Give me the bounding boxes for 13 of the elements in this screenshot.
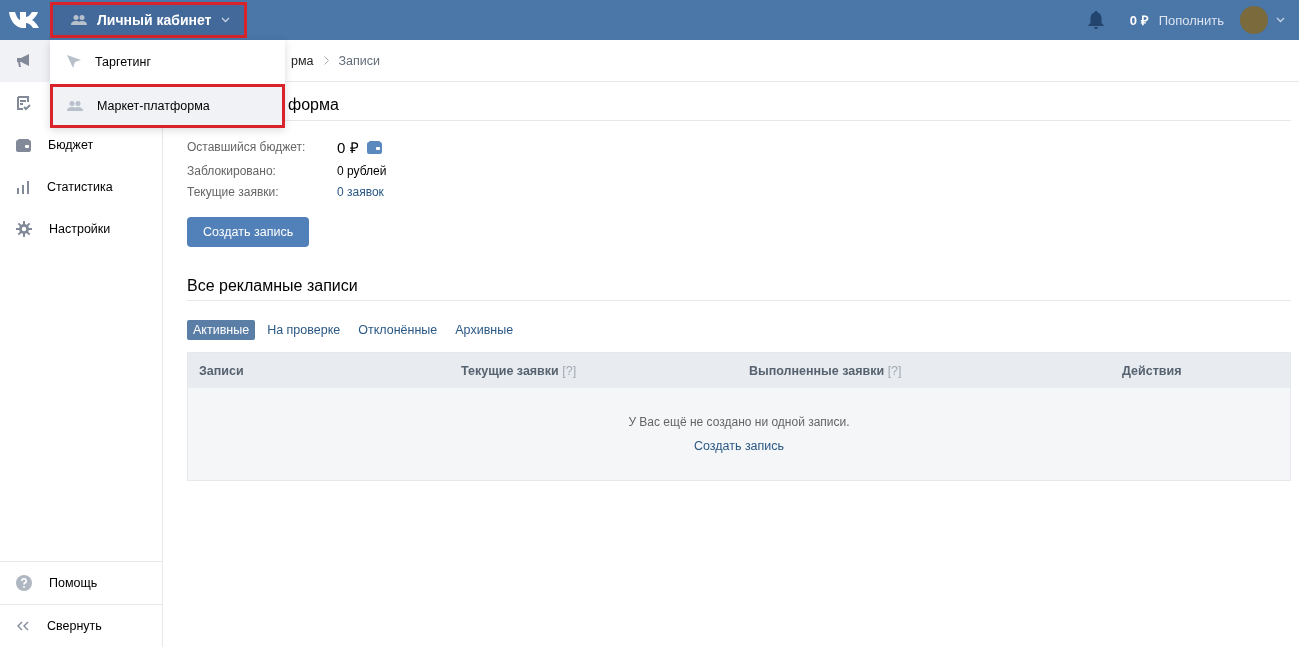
stat-label: Оставшийся бюджет: <box>187 140 306 154</box>
stat-label: Заблокировано: <box>187 164 276 178</box>
column-header: Записи <box>199 363 245 378</box>
column-header: Текущие заявки [?] <box>461 363 578 378</box>
column-header: Действия <box>1122 363 1183 378</box>
balance-amount: 0 ₽ <box>1129 12 1149 29</box>
page-title: форма <box>288 96 339 113</box>
stat-value: 0 рублей <box>337 164 387 178</box>
stat-value: 0 ₽ <box>337 138 359 157</box>
stat-label: Текущие заявки: <box>187 185 279 199</box>
section-title: Все рекламные записи <box>187 277 1291 301</box>
column-header: Выполненные заявки [?] <box>749 363 903 378</box>
empty-message: У Вас ещё не создано ни одной записи. <box>628 415 850 429</box>
